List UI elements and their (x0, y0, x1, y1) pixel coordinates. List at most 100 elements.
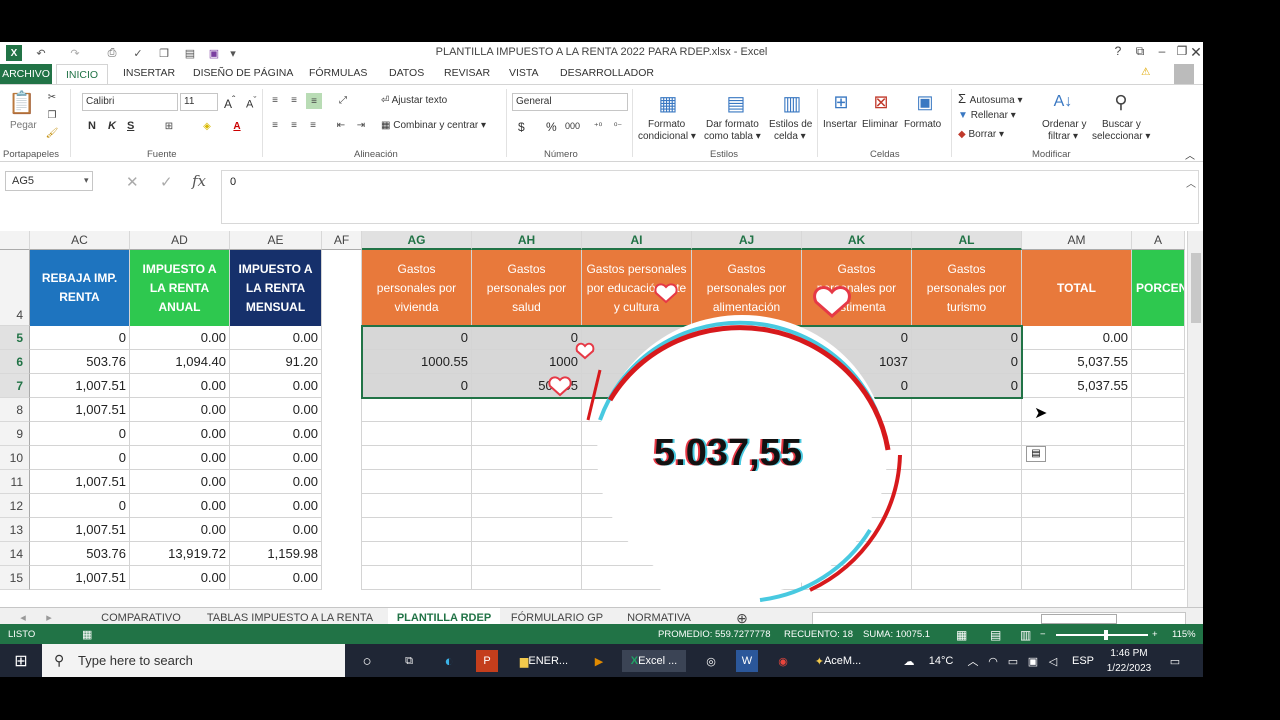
table-format-icon[interactable]: ▤ (722, 89, 750, 117)
sort-filter-label2[interactable]: filtrar ▾ (1048, 131, 1078, 142)
expand-formula-icon[interactable]: ︿ (1186, 175, 1196, 190)
cell-AE-12[interactable]: 0.00 (230, 494, 322, 518)
header-gastos-turismo[interactable]: Gastos personales por turismo (912, 250, 1022, 326)
cell-AI-6[interactable] (582, 350, 692, 374)
find-select-label2[interactable]: seleccionar ▾ (1092, 131, 1150, 142)
cell-AC-9[interactable]: 0 (30, 422, 130, 446)
cut-icon[interactable]: ✂ (44, 89, 60, 105)
col-header-AC[interactable]: AC (30, 231, 130, 250)
header-gastos-alimentacion[interactable]: Gastos personales por alimentación (692, 250, 802, 326)
cell-AH-5[interactable]: 0 (472, 326, 582, 350)
cell-AJ-5[interactable] (692, 326, 802, 350)
header-gastos-salud[interactable]: Gastos personales por salud (472, 250, 582, 326)
header-impuesto-mensual[interactable]: IMPUESTO A LA RENTA MENSUAL (230, 250, 322, 326)
cell-AN-5[interactable] (1132, 326, 1185, 350)
cell-AE-5[interactable]: 0.00 (230, 326, 322, 350)
cell-AG-15[interactable] (362, 566, 472, 590)
cell-AD-6[interactable]: 1,094.40 (130, 350, 230, 374)
cell-AD-11[interactable]: 0.00 (130, 470, 230, 494)
cell-AH-6[interactable]: 1000 (472, 350, 582, 374)
col-header-AM[interactable]: AM (1022, 231, 1132, 250)
align-center-icon[interactable]: ≡ (287, 118, 301, 132)
header-impuesto-anual[interactable]: IMPUESTO A LA RENTA ANUAL (130, 250, 230, 326)
tab-archivo[interactable]: ARCHIVO (0, 64, 52, 84)
weather-icon[interactable]: ☁ (896, 650, 922, 672)
col-header-AL[interactable]: AL (912, 231, 1022, 250)
tab-formulas[interactable]: FÓRMULAS (309, 67, 367, 79)
cell-AK-12[interactable] (802, 494, 912, 518)
cell-AC-11[interactable]: 1,007.51 (30, 470, 130, 494)
cell-styles-label2[interactable]: celda ▾ (774, 131, 806, 142)
cell-AH-8[interactable] (472, 398, 582, 422)
powerpoint-icon[interactable]: P (476, 650, 498, 672)
cell-AL-9[interactable] (912, 422, 1022, 446)
align-top-icon[interactable]: ≡ (268, 93, 282, 107)
network-icon[interactable]: ◠ (986, 650, 1000, 672)
enter-icon[interactable]: ✓ (160, 173, 173, 191)
page-layout-icon[interactable]: ▤ (990, 624, 1001, 646)
cell-AE-6[interactable]: 91.20 (230, 350, 322, 374)
tray-chevron-icon[interactable]: ︿ (966, 650, 980, 672)
insert-function-button[interactable]: fx (192, 172, 206, 190)
taskbar-app-explorer[interactable]: ▆ ENER... (512, 650, 576, 672)
merge-center-button[interactable]: ▦ Combinar y centrar ▾ (381, 120, 486, 131)
task-view-icon[interactable]: ⧉ (398, 650, 420, 672)
cell-AL-8[interactable] (912, 398, 1022, 422)
cell-AL-7[interactable]: 0 (912, 374, 1022, 398)
header-porcentaje-discapacidad[interactable]: PORCEN... DISCAP... (1132, 250, 1185, 326)
cell-AD-8[interactable]: 0.00 (130, 398, 230, 422)
cell-AG-8[interactable] (362, 398, 472, 422)
zoom-in-icon[interactable]: + (1152, 624, 1158, 646)
cell-AL-12[interactable] (912, 494, 1022, 518)
cell-AJ-12[interactable] (692, 494, 802, 518)
row-header-5[interactable]: 5 (0, 326, 30, 350)
minimize-icon[interactable]: – (1152, 44, 1172, 62)
cell-AH-12[interactable] (472, 494, 582, 518)
cell-AC-8[interactable]: 1,007.51 (30, 398, 130, 422)
cell-AC-13[interactable]: 1,007.51 (30, 518, 130, 542)
cell-AN-8[interactable] (1132, 398, 1185, 422)
cell-AM-9[interactable] (1022, 422, 1132, 446)
cell-AM-6[interactable]: 5,037.55 (1022, 350, 1132, 374)
normal-view-icon[interactable]: ▦ (956, 624, 967, 646)
cell-AK-13[interactable] (802, 518, 912, 542)
cell-AN-11[interactable] (1132, 470, 1185, 494)
row-header-8[interactable]: 8 (0, 398, 30, 422)
fill-color-icon[interactable]: ◈ (198, 118, 216, 134)
wrap-text-button[interactable]: ⏎ Ajustar texto (381, 95, 447, 106)
taskbar-app-excel[interactable]: X Excel ... (622, 650, 686, 672)
cell-AG-7[interactable]: 0 (362, 374, 472, 398)
battery-icon[interactable]: ▭ (1006, 650, 1020, 672)
name-box[interactable]: AG5 (5, 171, 93, 191)
fill-button[interactable]: ▼ Rellenar ▾ (958, 110, 1016, 121)
delete-button[interactable]: Eliminar (862, 119, 898, 130)
conditional-format-label2[interactable]: condicional ▾ (638, 131, 696, 142)
col-header-AD[interactable]: AD (130, 231, 230, 250)
cell-AI-8[interactable] (582, 398, 692, 422)
cell-AM-12[interactable] (1022, 494, 1132, 518)
orientation-icon[interactable]: ⤢ (335, 93, 351, 107)
italic-button[interactable]: K (108, 120, 116, 132)
cell-AL-11[interactable] (912, 470, 1022, 494)
close-icon[interactable]: ✕ (1186, 44, 1203, 62)
cell-AD-13[interactable]: 0.00 (130, 518, 230, 542)
quick-analysis-icon[interactable]: ▤ (1026, 446, 1046, 462)
header-total[interactable]: TOTAL (1022, 250, 1132, 326)
col-header-AN[interactable]: A (1132, 231, 1185, 250)
cell-AH-11[interactable] (472, 470, 582, 494)
cell-AD-14[interactable]: 13,919.72 (130, 542, 230, 566)
sort-filter-button[interactable]: Ordenar y (1042, 119, 1086, 130)
ribbon-display-icon[interactable]: ⧉ (1130, 44, 1150, 62)
cell-AJ-7[interactable] (692, 374, 802, 398)
row-header-14[interactable]: 14 (0, 542, 30, 566)
row-header-4[interactable]: 4 (0, 250, 30, 326)
row-header-6[interactable]: 6 (0, 350, 30, 374)
app-icon[interactable]: ◎ (700, 650, 722, 672)
notifications-icon[interactable]: ▭ (1164, 650, 1186, 672)
paste-icon[interactable]: 📋 (8, 89, 36, 117)
cell-AL-13[interactable] (912, 518, 1022, 542)
cell-AE-13[interactable]: 0.00 (230, 518, 322, 542)
cell-AN-6[interactable] (1132, 350, 1185, 374)
cell-AE-15[interactable]: 0.00 (230, 566, 322, 590)
cell-AD-10[interactable]: 0.00 (130, 446, 230, 470)
